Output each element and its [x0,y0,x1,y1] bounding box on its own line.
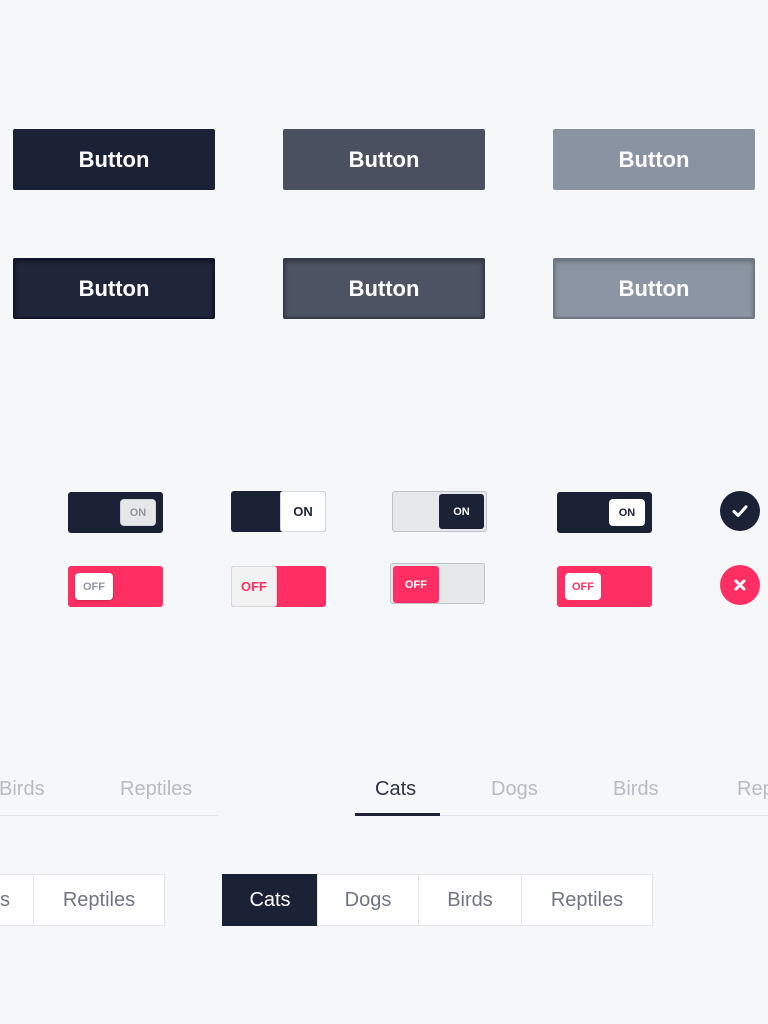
tab-cats[interactable]: Cats [375,778,416,801]
toggle-knob: ON [609,499,645,526]
toggle-on-label: ON [293,504,313,519]
toggle-style1-on[interactable]: ON [68,492,163,533]
pressed-slate-button[interactable]: Button [283,258,485,319]
close-icon [734,579,746,591]
segment-reptiles[interactable]: Reptiles [521,874,653,926]
toggle-off-label: OFF [405,578,427,591]
toggle-knob: OFF [565,573,601,600]
toggle-on-label: ON [129,506,147,519]
toggle-on-label: ON [618,506,636,519]
toggle-style4-off[interactable]: OFF [557,566,652,607]
pressed-dark-button[interactable]: Button [13,258,215,319]
tabs-baseline [0,815,218,816]
toggle-knob: OFF [75,573,113,600]
primary-dark-button[interactable]: Button [13,129,215,190]
pressed-gray-button[interactable]: Button [553,258,755,319]
toggle-style3-on[interactable]: ON [392,491,487,532]
toggle-knob: ON [280,491,326,532]
ui-kit-canvas: Button Button Button Button Button Butto… [0,0,768,1024]
toggle-style2-off[interactable]: OFF [231,566,326,607]
toggle-knob: ON [120,499,156,526]
toggle-knob: OFF [393,566,439,603]
tab-reptiles[interactable]: Reptiles [120,778,192,801]
tab-reptiles[interactable]: Rep [737,778,768,801]
active-tab-indicator [355,813,440,816]
toggle-off-label: OFF [83,580,105,593]
toggle-style4-on[interactable]: ON [557,492,652,533]
checkbox-checked[interactable] [720,491,760,531]
toggle-off-label: OFF [572,580,594,593]
toggle-style1-off[interactable]: OFF [68,566,163,607]
segment-dogs[interactable]: Dogs [317,874,419,926]
toggle-off-label: OFF [241,579,267,594]
segment-reptiles[interactable]: Reptiles [33,874,165,926]
tab-dogs[interactable]: Dogs [491,778,538,801]
tab-birds[interactable]: Birds [0,778,45,801]
toggle-style2-on[interactable]: ON [231,491,326,532]
toggle-on-label: ON [453,505,470,518]
toggle-knob: ON [439,494,484,529]
toggle-style3-off[interactable]: OFF [390,563,485,604]
checkbox-error[interactable] [720,565,760,605]
primary-slate-button[interactable]: Button [283,129,485,190]
segment-birds[interactable]: Birds [418,874,522,926]
tab-birds[interactable]: Birds [613,778,659,801]
toggle-knob: OFF [231,566,277,607]
segment-birds[interactable]: s [0,874,34,926]
check-icon [732,505,748,517]
primary-gray-button[interactable]: Button [553,129,755,190]
segment-cats[interactable]: Cats [222,874,318,926]
